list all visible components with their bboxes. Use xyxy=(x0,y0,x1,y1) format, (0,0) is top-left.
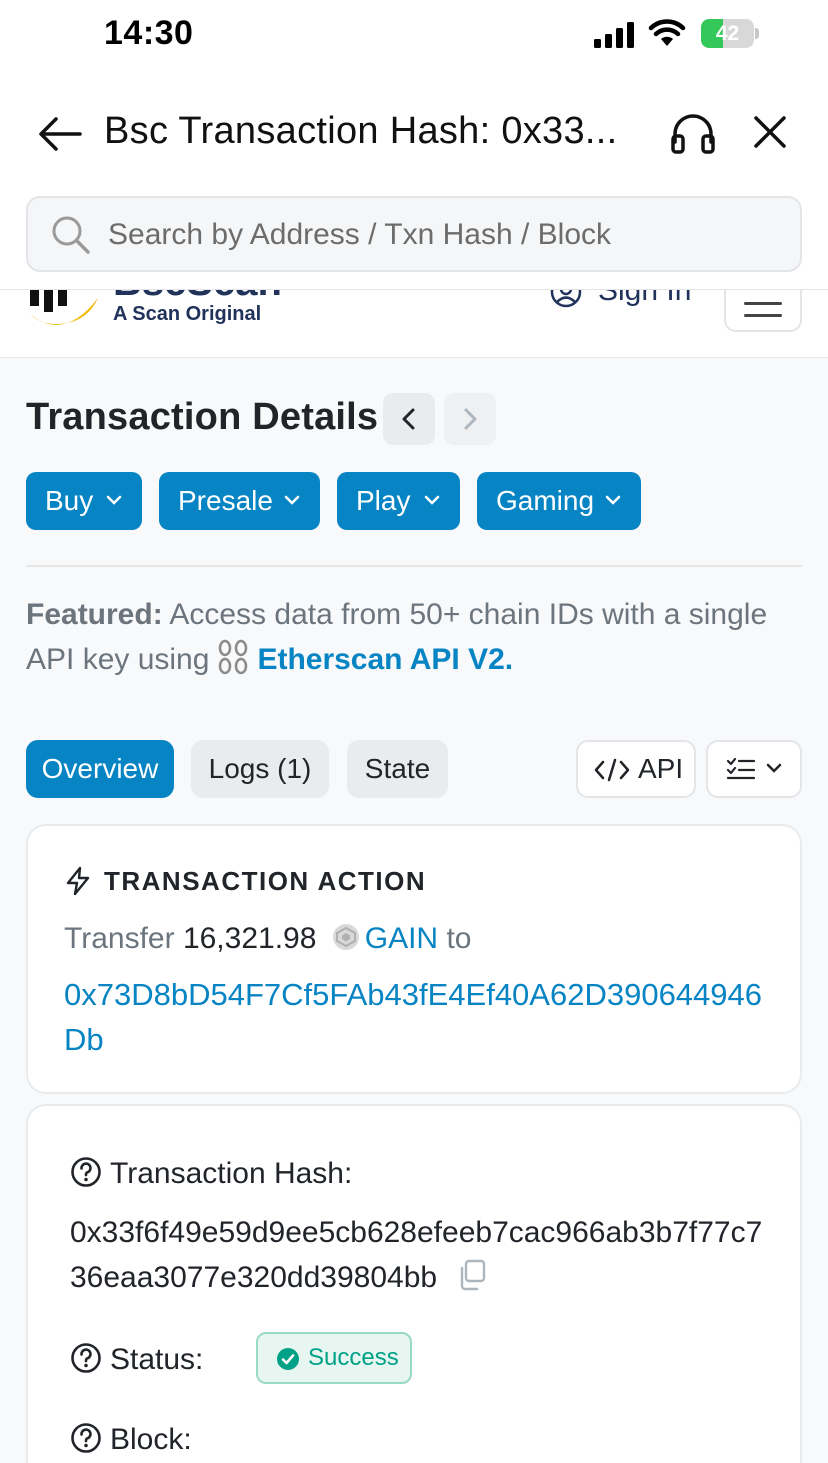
transaction-hash-text: 0x33f6f49e59d9ee5cb628efeeb7cac966ab3b7f… xyxy=(70,1216,763,1294)
next-transaction-button[interactable] xyxy=(444,393,496,445)
block-label: Block: xyxy=(110,1423,192,1456)
transfer-summary: Transfer 16,321.98 GAIN to xyxy=(64,922,471,956)
transaction-action-title: TRANSACTION ACTION xyxy=(104,866,427,896)
chain-link-icon xyxy=(219,639,248,675)
featured-label: Featured: xyxy=(26,598,163,631)
status-badge: Success xyxy=(256,1332,412,1384)
close-icon[interactable] xyxy=(748,110,792,154)
chevron-down-icon xyxy=(284,495,300,505)
token-link[interactable]: GAIN xyxy=(365,922,438,955)
transfer-verb: Transfer xyxy=(64,922,175,955)
tab-state[interactable]: State xyxy=(347,740,448,798)
divider xyxy=(26,565,802,567)
chevron-down-icon xyxy=(605,495,621,505)
status-label: Status: xyxy=(110,1343,204,1376)
hash-label: Transaction Hash: xyxy=(110,1157,353,1190)
etherscan-api-link[interactable]: Etherscan API V2. xyxy=(257,643,513,676)
headset-icon[interactable] xyxy=(668,108,718,158)
play-dropdown-button[interactable]: Play xyxy=(337,472,460,530)
chevron-down-icon xyxy=(106,495,122,505)
previous-transaction-button[interactable] xyxy=(383,393,435,445)
status-time: 14:30 xyxy=(104,14,194,52)
transfer-to-word: to xyxy=(446,922,472,955)
search-input[interactable] xyxy=(108,212,636,258)
cellular-signal-icon xyxy=(594,22,634,48)
recipient-address-link[interactable]: 0x73D8bD54F7Cf5FAb43fE4Ef40A62D390644946… xyxy=(64,972,764,1062)
user-circle-icon xyxy=(550,290,582,308)
transaction-action-card: TRANSACTION ACTION Transfer 16,321.98 GA… xyxy=(26,824,802,1094)
more-options-dropdown[interactable] xyxy=(706,740,802,798)
code-icon xyxy=(594,758,630,782)
checklist-icon xyxy=(726,757,756,780)
copy-icon[interactable] xyxy=(457,1259,487,1291)
lightning-bolt-icon xyxy=(66,866,90,896)
back-arrow-icon[interactable] xyxy=(36,110,84,158)
buy-dropdown-button[interactable]: Buy xyxy=(26,472,142,530)
transaction-details-card: Transaction Hash: 0x33f6f49e59d9ee5cb628… xyxy=(26,1104,802,1463)
check-circle-icon xyxy=(277,1348,299,1370)
tab-logs[interactable]: Logs (1) xyxy=(191,740,329,798)
search-icon xyxy=(52,216,90,254)
featured-banner: Featured: Access data from 50+ chain IDs… xyxy=(26,592,802,682)
site-header: BscScan A Scan Original Sign In xyxy=(0,290,828,358)
status-bar: 14:30 42 xyxy=(0,0,828,72)
battery-icon: 42 xyxy=(701,19,759,48)
block-row-label: Block: xyxy=(70,1422,192,1457)
gaming-dropdown-button[interactable]: Gaming xyxy=(477,472,641,530)
tab-overview[interactable]: Overview xyxy=(26,740,174,798)
sign-in-label: Sign In xyxy=(598,290,692,307)
question-circle-icon[interactable] xyxy=(70,1156,102,1188)
battery-level: 42 xyxy=(715,22,740,45)
status-value: Success xyxy=(308,1344,399,1371)
site-tagline: A Scan Original xyxy=(113,303,262,325)
transaction-hash-value: 0x33f6f49e59d9ee5cb628efeeb7cac966ab3b7f… xyxy=(70,1210,770,1300)
presale-dropdown-button[interactable]: Presale xyxy=(159,472,320,530)
page-title: Bsc Transaction Hash: 0x33... xyxy=(104,110,618,152)
chevron-down-icon xyxy=(424,495,440,505)
hash-row-label: Transaction Hash: xyxy=(70,1156,352,1191)
status-row-label: Status: xyxy=(70,1342,203,1377)
api-button[interactable]: API xyxy=(576,740,696,798)
hamburger-icon xyxy=(744,302,782,305)
question-circle-icon[interactable] xyxy=(70,1342,102,1374)
question-circle-icon[interactable] xyxy=(70,1422,102,1454)
hamburger-menu-button[interactable] xyxy=(724,290,802,332)
transfer-amount: 16,321.98 xyxy=(182,922,317,955)
chevron-down-icon xyxy=(766,763,782,773)
bscscan-logo-icon[interactable] xyxy=(26,290,102,332)
browser-header: Bsc Transaction Hash: 0x33... xyxy=(0,72,828,290)
chevron-right-icon xyxy=(464,408,477,430)
api-button-label: API xyxy=(638,753,684,784)
search-bar[interactable] xyxy=(26,196,802,272)
transaction-details-heading: Transaction Details xyxy=(26,396,379,438)
wifi-icon xyxy=(648,19,686,46)
chevron-left-icon xyxy=(402,408,415,430)
token-icon xyxy=(332,924,359,950)
